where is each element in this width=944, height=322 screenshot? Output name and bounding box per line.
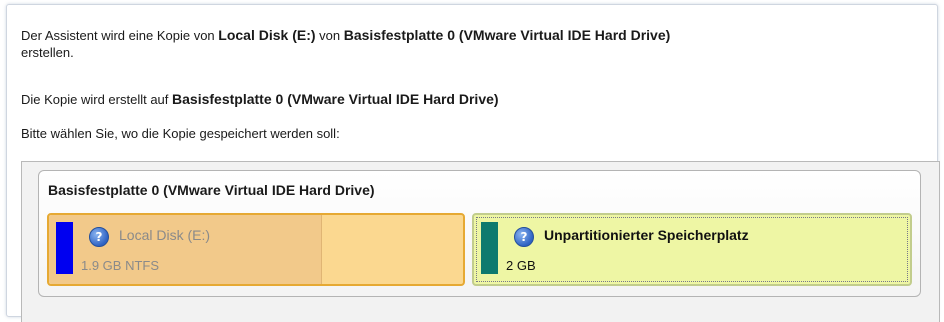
- target-disk-name: Basisfestplatte 0 (VMware Virtual IDE Ha…: [172, 91, 499, 107]
- partition-name: Local Disk (E:): [119, 227, 211, 243]
- select-location-prompt: Bitte wählen Sie, wo die Kopie gespeiche…: [21, 126, 340, 141]
- info-line-target: Die Kopie wird erstellt auf Basisfestpla…: [21, 91, 499, 108]
- info-line-source: Der Assistent wird eine Kopie von Local …: [21, 27, 670, 44]
- source-partition-name: Local Disk (E:): [218, 27, 316, 43]
- partition-local-disk-e[interactable]: ? Local Disk (E:) 1.9 GB NTFS: [47, 213, 465, 286]
- source-disk-name: Basisfestplatte 0 (VMware Virtual IDE Ha…: [343, 27, 671, 43]
- partition-name: Unpartitionierter Speicherplatz: [544, 227, 749, 243]
- info-line1-post: erstellen.: [21, 45, 74, 60]
- info-line1-mid: von: [319, 28, 341, 43]
- info-line1-pre: Der Assistent wird eine Kopie von: [21, 28, 215, 43]
- info-line2-pre: Die Kopie wird erstellt auf: [21, 92, 169, 107]
- partition-unallocated[interactable]: ? Unpartitionierter Speicherplatz 2 GB: [472, 213, 912, 286]
- partition-size: 2 GB: [506, 258, 536, 273]
- question-icon: ?: [89, 227, 109, 247]
- wizard-page: Der Assistent wird eine Kopie von Local …: [6, 4, 940, 322]
- disk-title: Basisfestplatte 0 (VMware Virtual IDE Ha…: [48, 182, 375, 198]
- partition-size: 1.9 GB NTFS: [81, 258, 160, 273]
- partition-color-swatch: [481, 222, 498, 274]
- disk-box: Basisfestplatte 0 (VMware Virtual IDE Ha…: [38, 170, 921, 297]
- question-icon: ?: [514, 227, 534, 247]
- partition-used-space: [49, 215, 322, 284]
- partition-color-swatch: [56, 222, 73, 274]
- disk-map-panel: Basisfestplatte 0 (VMware Virtual IDE Ha…: [21, 161, 940, 322]
